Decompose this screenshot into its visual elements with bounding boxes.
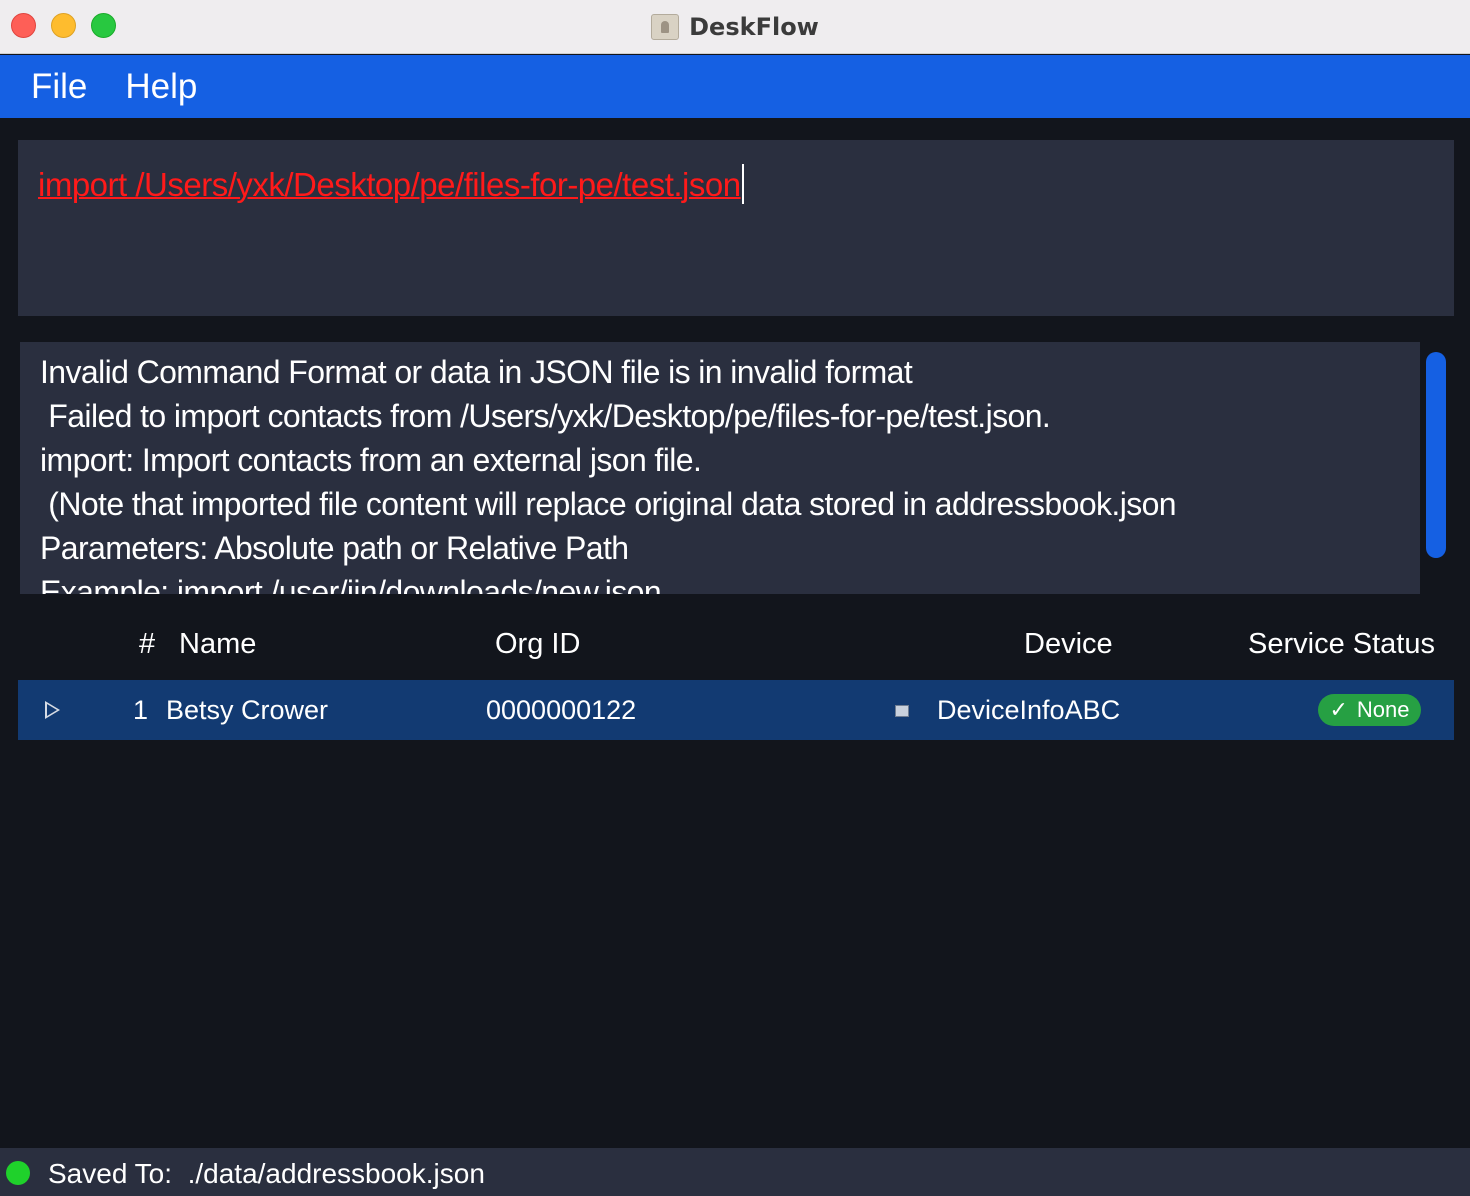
status-bar-text: Saved To: ./data/addressbook.json [48,1158,485,1190]
column-header-device: Device [1024,628,1113,660]
result-line: Example: import /user/jin/downloads/new.… [40,574,662,594]
row-index: 1 [133,695,149,725]
column-header-index: # [139,628,156,660]
command-input[interactable]: import /Users/yxk/Desktop/pe/files-for-p… [38,164,744,204]
column-header-org-id: Org ID [495,628,581,660]
status-badge-label: None [1356,697,1410,722]
window-title-area: DeskFlow [0,0,1470,54]
command-input-box[interactable]: import /Users/yxk/Desktop/pe/files-for-p… [18,140,1454,316]
save-status-indicator-icon [6,1161,30,1185]
result-line: (Note that imported file content will re… [40,486,1177,522]
command-input-text: import /Users/yxk/Desktop/pe/files-for-p… [38,166,741,203]
text-caret [741,164,744,204]
column-header-name: Name [179,628,257,660]
row-device: DeviceInfoABC [937,695,1121,725]
result-line: Parameters: Absolute path or Relative Pa… [40,530,629,566]
menu-bar: File Help [0,55,1470,118]
row-org-id: 0000000122 [486,695,637,725]
app-icon [651,14,680,40]
status-label: Saved To: [48,1158,173,1189]
column-header-service-status: Service Status [1248,628,1435,660]
result-line: import: Import contacts from an external… [40,442,702,478]
status-bar: Saved To: ./data/addressbook.json [0,1148,1470,1196]
result-line: Failed to import contacts from /Users/yx… [40,398,1051,434]
status-path: ./data/addressbook.json [187,1158,485,1189]
status-badge: ✓ None [1318,694,1421,726]
menu-file[interactable]: File [0,67,106,107]
table-row[interactable]: 1 Betsy Crower 0000000122 DeviceInfoABC … [18,680,1454,740]
result-line: Invalid Command Format or data in JSON f… [40,354,913,390]
row-name: Betsy Crower [166,695,329,725]
title-bar: DeskFlow [0,0,1470,54]
result-display: Invalid Command Format or data in JSON f… [20,342,1420,594]
expand-arrow-icon[interactable] [45,701,60,719]
device-icon [895,705,909,717]
menu-help[interactable]: Help [106,67,216,107]
checkmark-icon: ✓ [1329,697,1348,723]
window-title: DeskFlow [689,13,819,41]
result-scrollbar[interactable] [1426,352,1446,558]
